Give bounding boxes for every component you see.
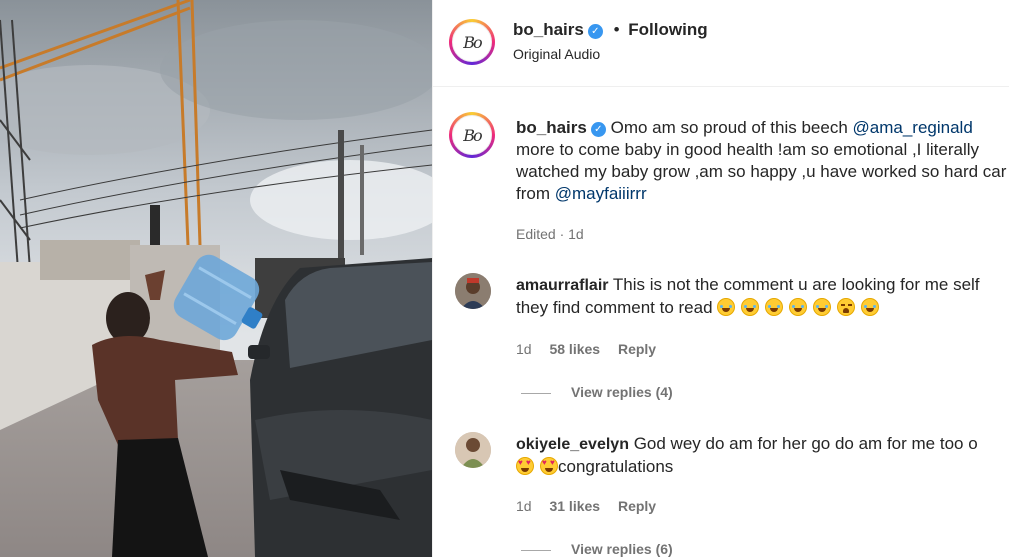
commenter-avatar-image (455, 432, 491, 468)
post-header: Bo bo_hairs ✓ • Following Original Audio (433, 0, 1009, 87)
post-media[interactable] (0, 0, 432, 557)
comment-1-username[interactable]: amaurraflair (516, 277, 609, 294)
commenter-avatar-image (455, 273, 491, 309)
comment-1-time: 1d (516, 341, 532, 357)
caption-avatar[interactable]: Bo (449, 112, 495, 158)
caption-mention-mayfai[interactable]: @mayfaiiirrr (555, 184, 647, 203)
comments-panel: Bo bo_hairs ✓ • Following Original Audio … (432, 0, 1009, 557)
laughing-emoji-icon (813, 298, 832, 316)
comment-2-view-replies[interactable]: View replies (6) (521, 541, 673, 557)
heart-eyes-emoji-icon (516, 457, 534, 475)
comment-2-meta: 1d 31 likes Reply (516, 498, 656, 514)
laughing-emoji-icon (741, 298, 760, 316)
caption-avatar-initials: Bo (452, 115, 492, 155)
caption-username[interactable]: bo_hairs (516, 118, 587, 137)
heart-eyes-emoji-icon (540, 457, 558, 475)
comment-2-username[interactable]: okiyele_evelyn (516, 436, 629, 453)
laughing-emoji-icon (789, 298, 808, 316)
comment-2-view-replies-label[interactable]: View replies (6) (571, 541, 673, 557)
comment-1-likes[interactable]: 58 likes (549, 341, 600, 357)
post-video-frame (0, 0, 432, 557)
comment-2: okiyele_evelyn God wey do am for her go … (516, 433, 1006, 478)
comment-1-emojis (717, 298, 885, 317)
comment-1-view-replies[interactable]: View replies (4) (521, 384, 673, 400)
comment-2-time: 1d (516, 498, 532, 514)
author-avatar-initials: Bo (452, 22, 492, 62)
post-caption: bo_hairs ✓ Omo am so proud of this beech … (516, 117, 1009, 205)
tired-emoji-icon (837, 298, 856, 316)
author-avatar[interactable]: Bo (449, 19, 495, 65)
caption-mention-ama[interactable]: @ama_reginald (853, 118, 973, 137)
comment-1-reply-button[interactable]: Reply (618, 341, 656, 357)
caption-edited-time: Edited · 1d (516, 226, 584, 242)
comment-2-text2: congratulations (558, 457, 674, 476)
commenter-avatar[interactable] (455, 273, 491, 309)
header-bullet: • (613, 20, 620, 39)
following-button[interactable]: Following (628, 20, 707, 39)
verified-badge-icon: ✓ (590, 122, 606, 137)
replies-divider (521, 392, 551, 394)
author-username[interactable]: bo_hairs (513, 20, 584, 39)
comment-2-reply-button[interactable]: Reply (618, 498, 656, 514)
replies-divider (521, 549, 551, 551)
verified-badge-icon: ✓ (587, 24, 603, 39)
comment-1-view-replies-label[interactable]: View replies (4) (571, 384, 673, 400)
caption-text-part1: Omo am so proud of this beech (610, 118, 853, 137)
comment-2-text: God wey do am for her go do am for me to… (633, 434, 978, 453)
original-audio-link[interactable]: Original Audio (513, 46, 600, 62)
laughing-emoji-icon (861, 298, 880, 316)
commenter-avatar[interactable] (455, 432, 491, 468)
comment-2-likes[interactable]: 31 likes (549, 498, 600, 514)
header-title-row: bo_hairs ✓ • Following (513, 20, 708, 40)
comment-1-meta: 1d 58 likes Reply (516, 341, 656, 357)
laughing-emoji-icon (765, 298, 784, 316)
laughing-emoji-icon (717, 298, 736, 316)
comment-1: amaurraflair This is not the comment u a… (516, 274, 1006, 319)
